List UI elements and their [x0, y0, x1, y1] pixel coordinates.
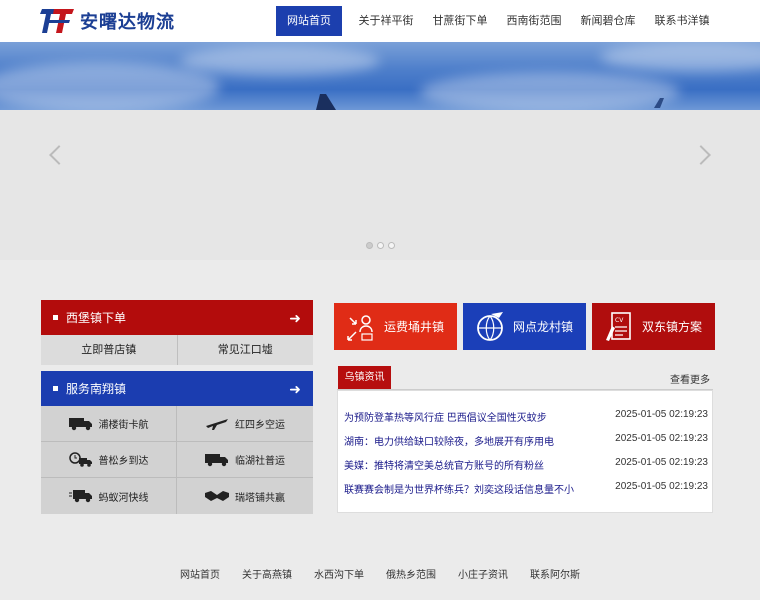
- globe-plane-icon: [477, 311, 503, 341]
- slider-dots: [366, 242, 395, 249]
- footer-nav: 网站首页 关于高燕镇 水西沟下单 俄热乡范围 小庄子资讯 联系阿尔斯: [0, 566, 760, 581]
- fast-truck-icon: [68, 490, 92, 503]
- banner-image: [0, 42, 760, 110]
- footer-link[interactable]: 关于高燕镇: [242, 566, 292, 581]
- feature-label: 双东镇方案: [642, 320, 703, 334]
- order-now-button[interactable]: 立即普店镇: [41, 335, 178, 365]
- feature-network[interactable]: 网点龙村镇: [463, 303, 586, 350]
- footer-link[interactable]: 水西沟下单: [314, 566, 364, 581]
- bullet-square-icon: [53, 315, 58, 320]
- service-label: 瑞塔铺共赢: [235, 492, 285, 504]
- clock-truck-icon: [68, 451, 92, 467]
- service-label: 蚂蚁河快线: [98, 492, 149, 504]
- nav-item-range[interactable]: 西南街范围: [498, 6, 570, 36]
- person-arrows-icon: [347, 314, 373, 341]
- order-panel-title: 西堡镇下单: [66, 311, 127, 325]
- order-button-row: 立即普店镇 常见江口墟: [41, 335, 313, 365]
- site-logo[interactable]: 安曙达物流: [40, 6, 175, 36]
- slider-dot[interactable]: [366, 242, 373, 249]
- service-panel-title: 服务南翔镇: [66, 382, 127, 396]
- service-label: 浦楼街卡航: [98, 420, 149, 431]
- cloud-shape: [420, 72, 680, 110]
- main-nav: 网站首页 关于祥平街 甘蔗街下单 西南街范围 新闻碧仓库 联系书洋镇: [276, 6, 720, 36]
- news-item: 美媒：推特将清空美总统官方账号的所有粉丝 2025-01-05 02:19:23: [344, 457, 708, 473]
- cloud-shape: [0, 62, 220, 110]
- service-grid: 浦楼街卡航 红四乡空运 普松乡到达 临湖社普运 蚂蚁河快线 瑞塔铺共赢: [41, 406, 313, 514]
- nav-item-news[interactable]: 新闻碧仓库: [572, 6, 644, 36]
- feature-plan[interactable]: CV 双东镇方案: [592, 303, 715, 350]
- news-title-link[interactable]: 美媒：推特将清空美总统官方账号的所有粉丝: [344, 457, 544, 473]
- site-name: 安曙达物流: [80, 12, 175, 33]
- service-label: 普松乡到达: [98, 456, 149, 467]
- service-item[interactable]: 临湖社普运: [177, 442, 313, 478]
- airplane-wing-icon: [654, 98, 664, 108]
- nav-item-home[interactable]: 网站首页: [276, 6, 342, 36]
- logo-mark-icon: [40, 6, 76, 36]
- news-title-link[interactable]: 为预防登革热等风行症 巴西倡议全国性灭蚊步: [344, 409, 547, 425]
- service-label: 红四乡空运: [235, 420, 285, 431]
- image-slider: [0, 110, 760, 260]
- news-item: 联赛赛会制是为世界杯练兵？刘奕这段话信息量不小 2025-01-05 02:19…: [344, 481, 708, 497]
- news-section: 乌镇资讯 查看更多 为预防登革热等风行症 巴西倡议全国性灭蚊步 2025-01-…: [337, 365, 713, 513]
- footer-link[interactable]: 俄热乡范围: [386, 566, 436, 581]
- news-tab[interactable]: 乌镇资讯: [338, 366, 391, 390]
- slider-next-arrow-icon[interactable]: [691, 145, 711, 165]
- news-date: 2025-01-05 02:19:23: [615, 433, 708, 444]
- nav-item-about[interactable]: 关于祥平街: [350, 6, 422, 36]
- news-date: 2025-01-05 02:19:23: [615, 409, 708, 420]
- slider-dot[interactable]: [388, 242, 395, 249]
- airplane-icon: [206, 418, 228, 430]
- truck-icon: [68, 417, 92, 430]
- news-list: 为预防登革热等风行症 巴西倡议全国性灭蚊步 2025-01-05 02:19:2…: [337, 390, 713, 513]
- document-pen-icon: CV: [606, 311, 631, 341]
- service-item[interactable]: 蚂蚁河快线: [41, 478, 177, 514]
- handshake-icon: [205, 491, 229, 501]
- airplane-tail-icon: [316, 94, 336, 110]
- service-item[interactable]: 浦楼街卡航: [41, 406, 177, 442]
- footer-link[interactable]: 网站首页: [180, 566, 220, 581]
- svg-text:CV: CV: [615, 317, 624, 324]
- faq-button[interactable]: 常见江口墟: [178, 335, 314, 365]
- slider-prev-arrow-icon[interactable]: [49, 145, 69, 165]
- service-item[interactable]: 红四乡空运: [177, 406, 313, 442]
- news-title-link[interactable]: 湖南：电力供给缺口较除夜，多地展开有序用电: [344, 433, 554, 449]
- service-item[interactable]: 瑞塔铺共赢: [177, 478, 313, 514]
- slider-dot[interactable]: [377, 242, 384, 249]
- truck-icon: [205, 453, 228, 466]
- feature-freight[interactable]: 运费埇井镇: [334, 303, 457, 350]
- news-date: 2025-01-05 02:19:23: [615, 457, 708, 468]
- footer-link[interactable]: 小庄子资讯: [458, 566, 508, 581]
- news-more-link[interactable]: 查看更多: [670, 371, 710, 386]
- nav-item-order[interactable]: 甘蔗街下单: [424, 6, 496, 36]
- service-label: 临湖社普运: [235, 456, 285, 467]
- feature-label: 运费埇井镇: [384, 320, 445, 334]
- service-panel-header[interactable]: 服务南翔镇 ➜: [41, 371, 313, 406]
- news-item: 为预防登革热等风行症 巴西倡议全国性灭蚊步 2025-01-05 02:19:2…: [344, 409, 708, 425]
- news-item: 湖南：电力供给缺口较除夜，多地展开有序用电 2025-01-05 02:19:2…: [344, 433, 708, 449]
- news-date: 2025-01-05 02:19:23: [615, 481, 708, 492]
- footer-link[interactable]: 联系阿尔斯: [530, 566, 580, 581]
- nav-item-contact[interactable]: 联系书洋镇: [646, 6, 718, 36]
- header: 安曙达物流 网站首页 关于祥平街 甘蔗街下单 西南街范围 新闻碧仓库 联系书洋镇: [0, 0, 760, 42]
- cloud-shape: [600, 42, 760, 72]
- arrow-right-icon[interactable]: ➜: [289, 310, 301, 327]
- service-item[interactable]: 普松乡到达: [41, 442, 177, 478]
- arrow-right-icon[interactable]: ➜: [289, 381, 301, 398]
- bullet-square-icon: [53, 386, 58, 391]
- cloud-shape: [180, 46, 380, 76]
- news-title-link[interactable]: 联赛赛会制是为世界杯练兵？刘奕这段话信息量不小: [344, 481, 574, 497]
- feature-label: 网点龙村镇: [513, 320, 574, 334]
- order-panel-header[interactable]: 西堡镇下单 ➜: [41, 300, 313, 335]
